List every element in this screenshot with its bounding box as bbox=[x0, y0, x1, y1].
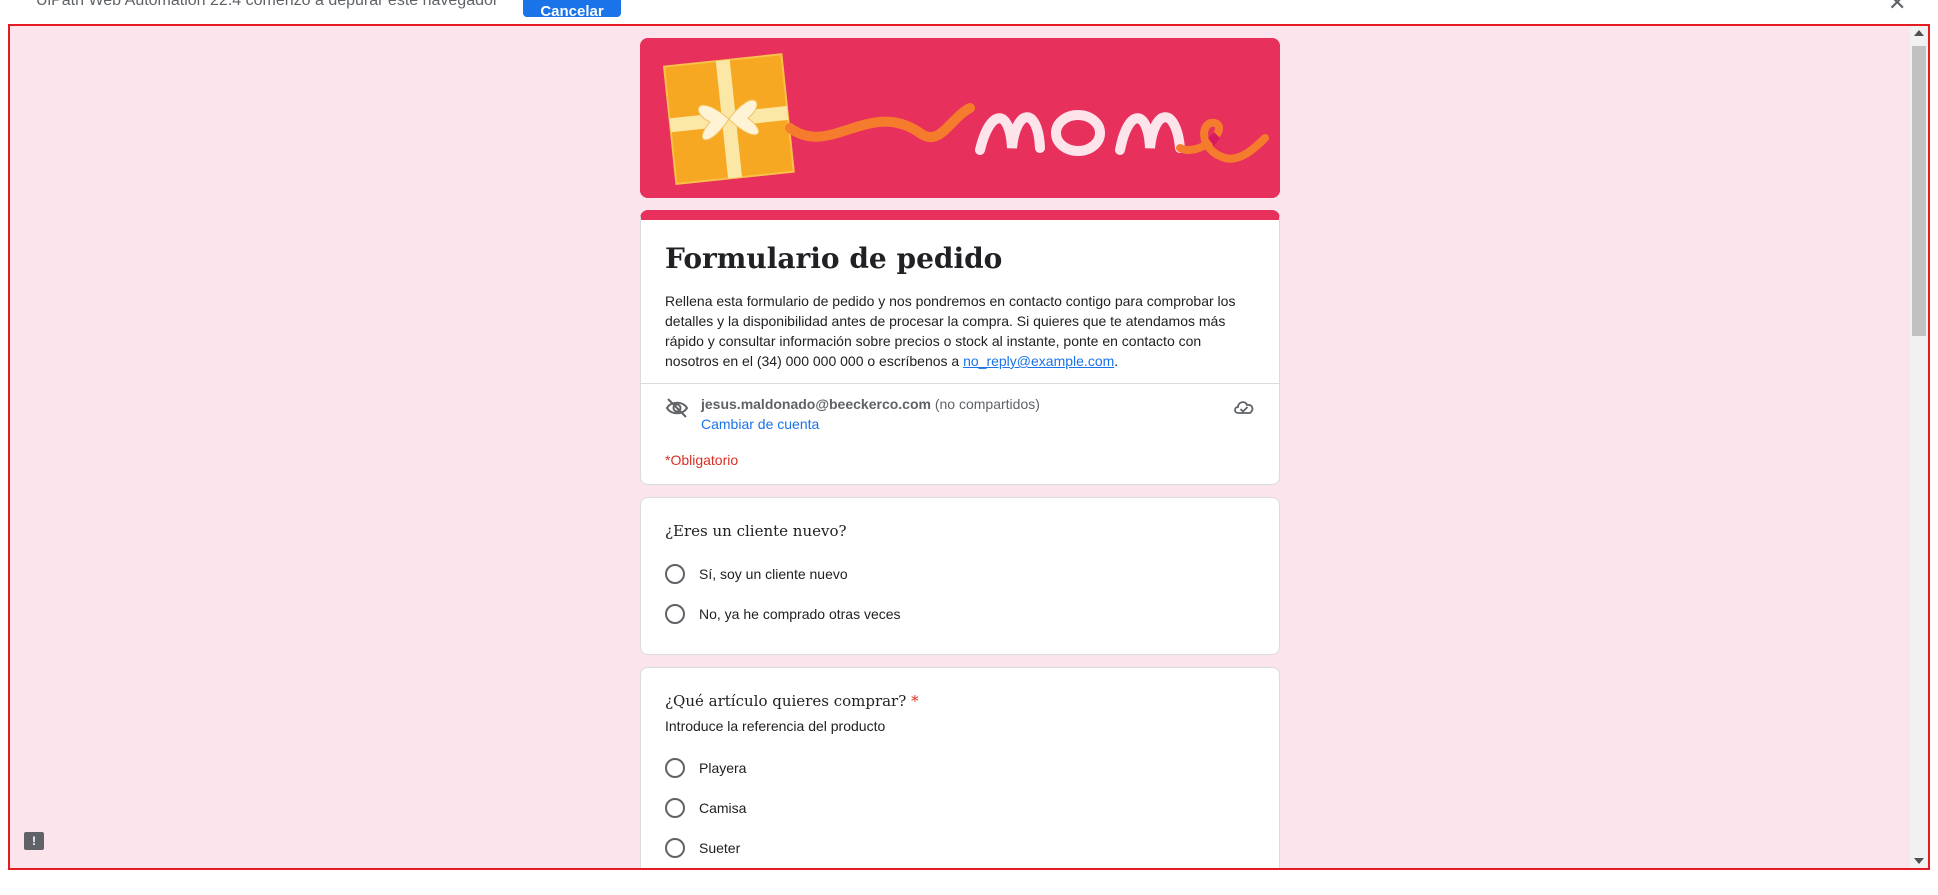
question-card-article: ¿Qué artículo quieres comprar? * Introdu… bbox=[640, 667, 1280, 868]
cancel-debug-button[interactable]: Cancelar bbox=[523, 0, 621, 20]
radio-button[interactable] bbox=[665, 758, 685, 778]
cloud-check-icon bbox=[1234, 401, 1254, 414]
form-description-text: Rellena esta formulario de pedido y nos … bbox=[665, 293, 1236, 369]
form-header-card: Formulario de pedido Rellena esta formul… bbox=[640, 210, 1280, 485]
question-card-new-customer: ¿Eres un cliente nuevo? Sí, soy un clien… bbox=[640, 497, 1280, 655]
scroll-down-icon[interactable] bbox=[1914, 858, 1924, 864]
option-label: Sueter bbox=[699, 840, 741, 856]
option-label: Camisa bbox=[699, 800, 747, 816]
option-label: No, ya he comprado otras veces bbox=[699, 606, 901, 622]
form-description: Rellena esta formulario de pedido y nos … bbox=[665, 291, 1255, 371]
page-viewport: Formulario de pedido Rellena esta formul… bbox=[8, 24, 1930, 870]
account-row: jesus.maldonado@beeckerco.com (no compar… bbox=[641, 384, 1279, 446]
contact-email-link[interactable]: no_reply@example.com bbox=[963, 353, 1114, 369]
question-title: ¿Qué artículo quieres comprar? * bbox=[665, 692, 1255, 710]
radio-button[interactable] bbox=[665, 604, 685, 624]
required-asterisk: * bbox=[911, 692, 919, 710]
radio-option-new-customer[interactable]: Sí, soy un cliente nuevo bbox=[665, 554, 1255, 594]
account-email: jesus.maldonado@beeckerco.com (no compar… bbox=[701, 396, 1255, 412]
radio-button[interactable] bbox=[665, 798, 685, 818]
option-label: Playera bbox=[699, 760, 747, 776]
question-title: ¿Eres un cliente nuevo? bbox=[665, 522, 847, 540]
radio-button[interactable] bbox=[665, 564, 685, 584]
radio-option-camisa[interactable]: Camisa bbox=[665, 788, 1255, 828]
mom-banner-illustration bbox=[640, 38, 1280, 198]
radio-option-returning-customer[interactable]: No, ya he comprado otras veces bbox=[665, 594, 1255, 634]
form-description-end: . bbox=[1114, 353, 1119, 369]
account-email-note: (no compartidos) bbox=[930, 396, 1040, 412]
question-help-text: Introduce la referencia del producto bbox=[665, 718, 886, 734]
account-email-address: jesus.maldonado@beeckerco.com bbox=[701, 396, 931, 412]
option-label: Sí, soy un cliente nuevo bbox=[699, 566, 848, 582]
radio-button[interactable] bbox=[665, 838, 685, 858]
radio-option-sueter[interactable]: Sueter bbox=[665, 828, 1255, 868]
form-column: Formulario de pedido Rellena esta formul… bbox=[640, 38, 1280, 868]
required-note: *Obligatorio bbox=[665, 452, 739, 468]
radio-option-playera[interactable]: Playera bbox=[665, 748, 1255, 788]
vertical-scrollbar[interactable] bbox=[1910, 26, 1928, 868]
feedback-icon[interactable]: ! bbox=[24, 832, 44, 850]
question-title-text: ¿Qué artículo quieres comprar? bbox=[665, 692, 907, 710]
form-title: Formulario de pedido bbox=[665, 242, 1003, 275]
debug-infobar: UiPath Web Automation 22.4 comenzó a dep… bbox=[0, 0, 1938, 24]
close-icon[interactable]: ✕ bbox=[1888, 0, 1906, 16]
infobar-text: UiPath Web Automation 22.4 comenzó a dep… bbox=[36, 0, 499, 9]
switch-account-link[interactable]: Cambiar de cuenta bbox=[701, 416, 1255, 432]
header-banner bbox=[640, 38, 1280, 198]
eye-off-icon bbox=[665, 398, 689, 418]
scrollbar-thumb[interactable] bbox=[1912, 46, 1926, 336]
scroll-up-icon[interactable] bbox=[1914, 30, 1924, 36]
